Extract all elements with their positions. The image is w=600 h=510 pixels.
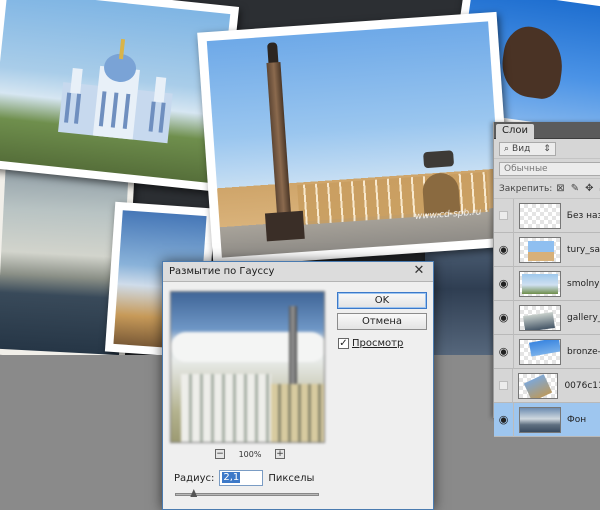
- lock-row: Закрепить: ⊠ ✎ ✥ 🔒︎: [494, 179, 600, 199]
- layer-row[interactable]: ◉ bronze-ho: [494, 334, 600, 369]
- layer-name: Без назва: [566, 210, 600, 221]
- eye-icon[interactable]: ◉: [494, 232, 514, 267]
- preview-zoom-controls: − 100% +: [215, 448, 285, 460]
- layer-thumbnail: [518, 372, 559, 399]
- lock-transparency-icon[interactable]: ⊠: [556, 183, 564, 194]
- zoom-level: 100%: [238, 449, 262, 459]
- eye-icon[interactable]: ◉: [494, 266, 514, 301]
- layer-row[interactable]: ◉ tury_sank: [494, 232, 600, 267]
- chevron-updown-icon: ⇕: [543, 143, 551, 154]
- layer-row[interactable]: ◉ Фон: [494, 402, 600, 437]
- layer-filter-label: Вид: [512, 143, 531, 154]
- gaussian-blur-dialog: Размытие по Гауссу ✕ − 100% + OK Отмена …: [162, 261, 434, 510]
- dialog-title: Размытие по Гауссу: [169, 266, 275, 277]
- cathedral-illustration: [58, 38, 173, 144]
- tab-layers[interactable]: Слои: [496, 124, 534, 139]
- layer-thumbnail: [519, 236, 561, 263]
- photo-alexander-column: www.cd-spb.ru: [197, 11, 513, 268]
- brush-icon[interactable]: ✎: [571, 183, 579, 194]
- preview-label: Просмотр: [352, 338, 404, 349]
- radius-units: Пикселы: [268, 472, 315, 484]
- layer-name: smolny: [567, 278, 600, 289]
- search-icon: ⌕: [504, 143, 510, 154]
- layer-name: bronze-ho: [567, 346, 600, 357]
- layers-panel: Слои ⌕ Вид ⇕ Обычные Закрепить: ⊠ ✎ ✥ 🔒︎…: [493, 122, 600, 437]
- layer-thumbnail: [519, 406, 561, 433]
- layer-row[interactable]: ◉ gallery_pr: [494, 300, 600, 335]
- radius-value: 2,1: [222, 472, 241, 483]
- layer-filter-select[interactable]: ⌕ Вид ⇕: [499, 141, 556, 156]
- eye-icon[interactable]: ◉: [494, 334, 514, 369]
- layer-row[interactable]: 0076c1140: [494, 368, 600, 403]
- visibility-toggle-empty[interactable]: [494, 198, 514, 233]
- ok-button[interactable]: OK: [337, 292, 427, 309]
- eye-icon[interactable]: ◉: [494, 402, 514, 437]
- layer-row[interactable]: ◉ smolny: [494, 266, 600, 301]
- zoom-out-button[interactable]: −: [215, 449, 225, 459]
- preview-checkbox[interactable]: ✓: [338, 338, 349, 349]
- layer-name: Фон: [567, 414, 587, 425]
- panel-tab-bar: Слои: [494, 122, 600, 139]
- visibility-toggle-empty[interactable]: [494, 368, 514, 403]
- layer-name: gallery_pr: [567, 312, 600, 323]
- radius-row: Радиус: 2,1 Пикселы: [174, 470, 314, 486]
- layer-name: 0076c1140: [564, 380, 600, 391]
- blur-preview[interactable]: [170, 291, 325, 443]
- lock-label: Закрепить:: [499, 183, 553, 194]
- radius-label: Радиус:: [174, 472, 215, 484]
- radius-slider[interactable]: [175, 489, 319, 497]
- layer-thumbnail: [519, 338, 561, 365]
- layer-list: Без назва ◉ tury_sank ◉ smolny ◉ gallery_pr ◉ br…: [494, 198, 600, 437]
- zoom-in-button[interactable]: +: [275, 449, 285, 459]
- layer-thumbnail: [519, 270, 561, 297]
- radius-input[interactable]: 2,1: [219, 470, 264, 486]
- blend-mode-select[interactable]: Обычные: [499, 161, 600, 176]
- close-icon[interactable]: ✕: [411, 263, 427, 279]
- blend-mode-label: Обычные: [504, 163, 548, 174]
- move-icon[interactable]: ✥: [585, 183, 593, 194]
- eye-icon[interactable]: ◉: [494, 300, 514, 335]
- dialog-titlebar[interactable]: Размытие по Гауссу ✕: [163, 262, 433, 282]
- layer-filter-row: ⌕ Вид ⇕: [494, 139, 600, 159]
- blend-mode-row: Обычные: [494, 159, 600, 179]
- preview-checkbox-row[interactable]: ✓ Просмотр: [338, 338, 403, 349]
- layer-row[interactable]: Без назва: [494, 198, 600, 233]
- radius-slider-thumb[interactable]: [190, 489, 198, 497]
- layer-thumbnail: [519, 304, 561, 331]
- layer-name: tury_sank: [567, 244, 600, 255]
- layer-thumbnail: [518, 202, 561, 229]
- cancel-button[interactable]: Отмена: [337, 313, 427, 330]
